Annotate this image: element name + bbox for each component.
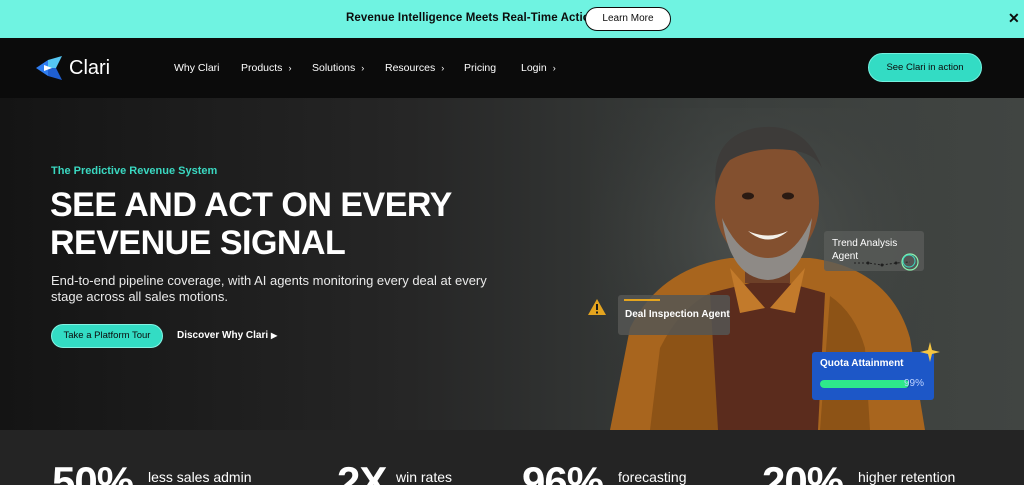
deal-card-accent-bar <box>624 299 660 301</box>
discover-why-clari-link[interactable]: Discover Why Clari ▶ <box>177 330 277 341</box>
stat-label: forecasting <box>618 469 687 485</box>
stat-label: higher retention <box>858 469 956 485</box>
platform-tour-button[interactable]: Take a Platform Tour <box>51 324 163 348</box>
learn-more-button[interactable]: Learn More <box>585 7 671 31</box>
nav-item-label: Solutions <box>312 62 356 74</box>
nav-item-label: Why Clari <box>174 62 220 74</box>
hero-eyebrow: The Predictive Revenue System <box>51 165 218 177</box>
discover-link-label: Discover Why Clari <box>177 330 269 341</box>
quota-attainment-card: Quota Attainment 99% <box>812 352 934 400</box>
hero-headline: SEE AND ACT ON EVERY REVENUE SIGNAL <box>50 186 490 262</box>
quota-progress-fill <box>820 380 910 388</box>
nav-item-why-clari[interactable]: Why Clari <box>174 62 220 74</box>
stat-value: 20% <box>762 458 844 485</box>
quota-percent: 99% <box>904 378 925 389</box>
headline-line-1: SEE AND ACT ON EVERY <box>50 186 452 224</box>
headline-line-2: REVENUE SIGNAL <box>50 224 346 262</box>
close-icon[interactable]: ✕ <box>1008 10 1020 27</box>
nav-item-pricing[interactable]: Pricing <box>464 62 496 74</box>
chevron-right-icon: › <box>552 63 556 73</box>
stat-value: 50% <box>52 458 134 485</box>
logo-wordmark: Clari <box>69 57 111 79</box>
deal-inspection-card: Deal Inspection Agent <box>618 295 730 335</box>
quota-attainment-label: Quota Attainment <box>820 358 904 369</box>
chevron-right-icon: › <box>361 63 365 73</box>
sparkle-icon <box>920 342 940 362</box>
stat-label: less sales admin <box>148 469 252 485</box>
announcement-text: Revenue Intelligence Meets Real-Time Act… <box>346 12 597 24</box>
nav-item-login[interactable]: Login › <box>521 62 556 74</box>
main-nav: Clari Why Clari Products › Solutions › Res… <box>0 38 1024 98</box>
chevron-right-icon: › <box>441 63 445 73</box>
stats-strip: 50% less sales admin 2X win rates 96% fo… <box>0 430 1024 485</box>
announcement-bar: Revenue Intelligence Meets Real-Time Act… <box>0 0 1024 38</box>
deal-inspection-label: Deal Inspection Agent <box>625 309 730 320</box>
stat-label: win rates <box>396 469 453 485</box>
trend-analysis-card: Trend Analysis Agent <box>824 231 924 271</box>
nav-item-label: Pricing <box>464 62 497 74</box>
nav-item-label: Products <box>241 62 283 74</box>
nav-item-solutions[interactable]: Solutions › <box>312 62 364 74</box>
trend-line-icon <box>854 253 919 271</box>
stat-value: 96% <box>522 458 604 485</box>
nav-item-resources[interactable]: Resources › <box>385 62 444 74</box>
clari-logo[interactable]: Clari <box>36 56 126 80</box>
hero-section: The Predictive Revenue System SEE AND AC… <box>0 98 1024 430</box>
play-arrow-icon: ▶ <box>270 331 278 340</box>
hero-subtext: End-to-end pipeline coverage, with AI ag… <box>51 273 487 304</box>
nav-item-products[interactable]: Products › <box>241 62 291 74</box>
warning-icon <box>588 299 606 315</box>
see-clari-in-action-button[interactable]: See Clari in action <box>868 53 982 82</box>
nav-item-label: Resources <box>385 62 436 74</box>
stat-value: 2X <box>337 458 387 485</box>
quota-progress-track <box>820 380 910 388</box>
nav-item-label: Login <box>521 62 547 74</box>
chevron-right-icon: › <box>288 63 292 73</box>
clari-logo-icon <box>36 56 62 80</box>
